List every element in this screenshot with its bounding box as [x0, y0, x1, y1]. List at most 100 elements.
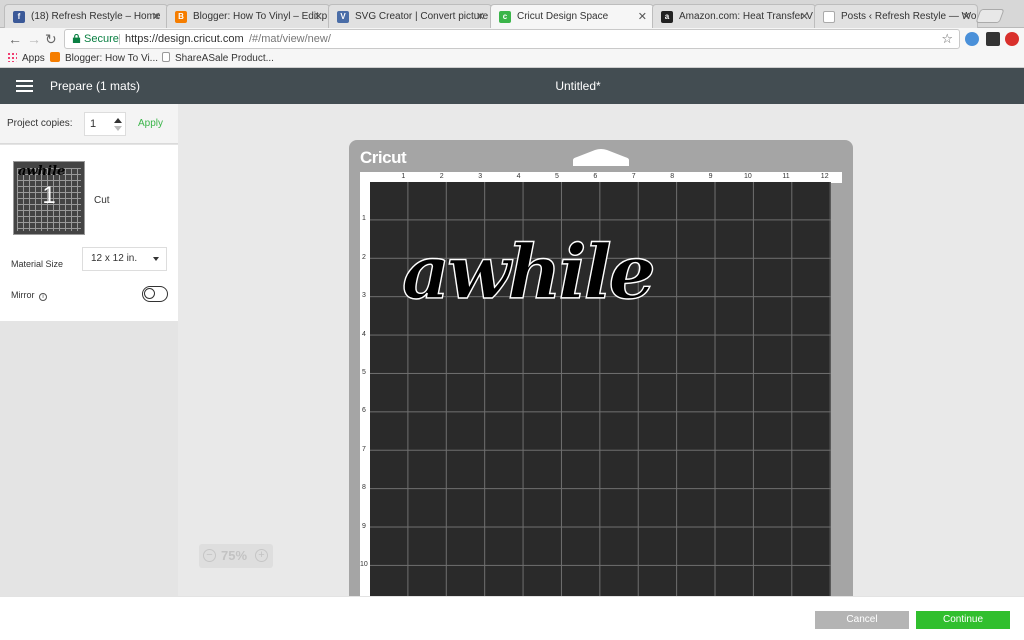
- decrement-arrow-icon[interactable]: [114, 126, 122, 131]
- ruler-top-tick: 7: [631, 173, 636, 180]
- browser-address-bar: ← → ↻ Secure | https://design.cricut.com…: [0, 28, 1024, 50]
- project-copies-label: Project copies:: [7, 118, 73, 129]
- project-copies-input[interactable]: 1: [84, 112, 126, 136]
- ruler-top-tick: 6: [593, 173, 598, 180]
- project-copies-row: Project copies: 1 Apply: [0, 104, 178, 144]
- cricut-icon: c: [499, 11, 511, 23]
- back-arrow-icon[interactable]: ←: [8, 30, 22, 48]
- zoom-control: − 75% +: [199, 544, 273, 568]
- new-tab-button[interactable]: [975, 9, 1005, 23]
- ruler-left-tick: 1: [362, 215, 366, 223]
- page-icon: [162, 52, 170, 62]
- bookmark-apps[interactable]: Apps: [7, 50, 45, 67]
- browser-tab-3[interactable]: V SVG Creator | Convert picture ✕: [328, 4, 492, 28]
- ruler-top-tick: 3: [478, 173, 483, 180]
- close-icon[interactable]: ✕: [152, 5, 161, 28]
- blogger-icon: [50, 52, 60, 62]
- tab-title: (18) Refresh Restyle – Home: [31, 11, 161, 22]
- tab-title: Amazon.com: Heat Transfer V: [679, 11, 813, 22]
- app-header: Prepare (1 mats) Untitled*: [0, 68, 1024, 104]
- cricut-logo: Cricut: [360, 148, 407, 167]
- blogger-icon: B: [175, 11, 187, 23]
- browser-tab-4[interactable]: c Cricut Design Space ✕: [490, 4, 654, 28]
- forward-arrow-icon[interactable]: →: [27, 30, 41, 48]
- tab-title: Blogger: How To Vinyl – Edit p: [193, 11, 328, 22]
- ruler-top-tick: 10: [744, 173, 752, 180]
- bookmark-star-icon[interactable]: ☆: [941, 30, 953, 48]
- cutting-mat: Cricut 0123456789101112 12345678910 awhi…: [349, 140, 853, 596]
- ruler-left-tick: 3: [362, 292, 366, 300]
- close-icon[interactable]: ✕: [314, 5, 323, 28]
- ruler-left-tick: 9: [362, 522, 366, 530]
- zoom-out-button[interactable]: −: [203, 549, 216, 562]
- material-size-select[interactable]: 12 x 12 in.: [82, 247, 167, 271]
- ruler-left-tick: 4: [362, 330, 366, 338]
- url-field[interactable]: Secure | https://design.cricut.com /#/ma…: [64, 29, 960, 49]
- url-host: https://design.cricut.com: [125, 33, 244, 45]
- url-path: /#/mat/view/new/: [249, 33, 331, 45]
- apply-button[interactable]: Apply: [138, 118, 163, 129]
- material-size-label: Material Size: [11, 259, 64, 269]
- browser-tab-5[interactable]: a Amazon.com: Heat Transfer V ✕: [652, 4, 816, 28]
- info-icon[interactable]: i: [39, 293, 48, 301]
- svg-creator-icon: V: [337, 11, 349, 23]
- browser-tab-6[interactable]: Posts ‹ Refresh Restyle — Wo ✕: [814, 4, 978, 28]
- secure-label: Secure: [84, 33, 119, 45]
- mirror-text: Mirror: [11, 290, 35, 300]
- ruler-left-tick: 6: [362, 407, 366, 415]
- ruler-top-tick: 9: [708, 173, 713, 180]
- increment-arrow-icon[interactable]: [114, 118, 122, 123]
- document-title: Untitled*: [555, 79, 601, 93]
- ruler-top-tick: 11: [782, 173, 790, 180]
- mat-canvas: Cricut 0123456789101112 12345678910 awhi…: [178, 104, 1024, 596]
- ruler-left-tick: 7: [362, 445, 366, 453]
- mirror-toggle[interactable]: [142, 286, 168, 302]
- copies-value: 1: [90, 118, 97, 130]
- tab-title: Cricut Design Space: [517, 11, 609, 22]
- bookmark-shareasale[interactable]: ShareASale Product...: [162, 50, 274, 67]
- facebook-icon: f: [13, 11, 25, 23]
- ruler-top-tick: 8: [670, 173, 675, 180]
- ruler-left-tick: 8: [362, 484, 366, 492]
- browser-tab-2[interactable]: B Blogger: How To Vinyl – Edit p ✕: [166, 4, 330, 28]
- browser-tab-1[interactable]: f (18) Refresh Restyle – Home ✕: [4, 4, 168, 28]
- amazon-icon: a: [661, 11, 673, 23]
- continue-button[interactable]: Continue: [916, 611, 1010, 629]
- extension-red-icon[interactable]: [1005, 32, 1019, 46]
- mat-thumbnail[interactable]: awhile 1: [13, 161, 85, 235]
- ruler-top-tick: 12: [820, 173, 829, 180]
- ruler-left-tick: 10: [360, 561, 368, 568]
- design-awhile[interactable]: awhile: [400, 224, 730, 314]
- close-icon[interactable]: ✕: [800, 5, 809, 28]
- ruler-top-tick: 4: [516, 173, 521, 180]
- ruler-top-tick: 5: [555, 173, 559, 180]
- chevron-down-icon: [153, 257, 159, 261]
- close-icon[interactable]: ✕: [476, 5, 485, 28]
- lock-icon: [72, 34, 81, 43]
- tab-title: Posts ‹ Refresh Restyle — Wo: [841, 11, 977, 22]
- zoom-level: 75%: [221, 548, 248, 563]
- bookmark-label: Blogger: How To Vi...: [65, 53, 159, 64]
- close-icon[interactable]: ✕: [962, 5, 971, 28]
- page-icon: [823, 11, 835, 23]
- mat-load-tab-icon: [573, 149, 629, 166]
- bookmark-label: Apps: [22, 53, 45, 64]
- footer-bar: Cancel Continue: [0, 596, 1024, 640]
- mat-operation-label: Cut: [94, 195, 110, 206]
- tab-title: SVG Creator | Convert picture: [355, 11, 489, 22]
- cancel-button[interactable]: Cancel: [815, 611, 909, 629]
- apps-grid-icon: [7, 52, 17, 62]
- material-size-value: 12 x 12 in.: [91, 253, 138, 264]
- browser-tab-strip: f (18) Refresh Restyle – Home ✕ B Blogge…: [0, 0, 1024, 28]
- close-icon[interactable]: ✕: [638, 5, 647, 28]
- reload-icon[interactable]: ↻: [45, 30, 57, 48]
- ruler-left-tick: 5: [362, 369, 366, 376]
- zoom-in-button[interactable]: +: [255, 549, 268, 562]
- bookmark-blogger[interactable]: Blogger: How To Vi...: [50, 50, 158, 67]
- mirror-label: Mirror i: [11, 290, 48, 301]
- ruler-top-tick: 1: [401, 173, 406, 180]
- extension-sync-icon[interactable]: [965, 32, 979, 46]
- bookmark-label: ShareASale Product...: [175, 53, 274, 64]
- extension-layers-icon[interactable]: [986, 32, 1000, 46]
- mat-number: 1: [42, 182, 56, 209]
